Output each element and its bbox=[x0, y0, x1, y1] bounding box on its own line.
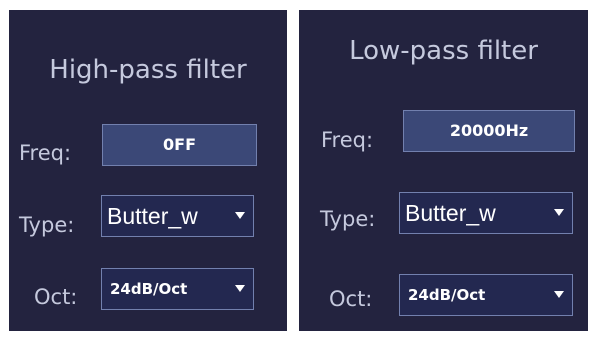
high-pass-oct-value: 24dB/Oct bbox=[110, 280, 188, 298]
low-pass-type-select[interactable]: Butter_w bbox=[399, 192, 573, 234]
low-pass-oct-value: 24dB/Oct bbox=[408, 286, 486, 304]
high-pass-title: High-pass filter bbox=[49, 55, 247, 85]
high-pass-type-select[interactable]: Butter_w bbox=[101, 195, 254, 237]
low-pass-type-value: Butter_w bbox=[405, 200, 496, 226]
chevron-down-icon bbox=[554, 209, 564, 216]
chevron-down-icon bbox=[554, 291, 564, 298]
high-pass-freq-field[interactable]: 0FF bbox=[102, 124, 257, 166]
high-pass-type-label: Type: bbox=[19, 213, 75, 237]
low-pass-title: Low-pass filter bbox=[349, 36, 538, 66]
low-pass-oct-select[interactable]: 24dB/Oct bbox=[399, 274, 573, 316]
chevron-down-icon bbox=[235, 212, 245, 219]
low-pass-filter-panel: Low-pass filter Freq: 20000Hz Type: Butt… bbox=[299, 10, 588, 331]
high-pass-oct-label: Oct: bbox=[34, 285, 78, 309]
low-pass-freq-field[interactable]: 20000Hz bbox=[403, 110, 575, 152]
high-pass-oct-select[interactable]: 24dB/Oct bbox=[101, 268, 254, 310]
low-pass-type-label: Type: bbox=[320, 207, 376, 231]
high-pass-type-value: Butter_w bbox=[107, 203, 198, 229]
low-pass-oct-label: Oct: bbox=[329, 287, 373, 311]
high-pass-filter-panel: High-pass filter Freq: 0FF Type: Butter_… bbox=[9, 10, 287, 331]
chevron-down-icon bbox=[235, 285, 245, 292]
low-pass-freq-label: Freq: bbox=[321, 128, 374, 152]
high-pass-freq-label: Freq: bbox=[19, 141, 72, 165]
